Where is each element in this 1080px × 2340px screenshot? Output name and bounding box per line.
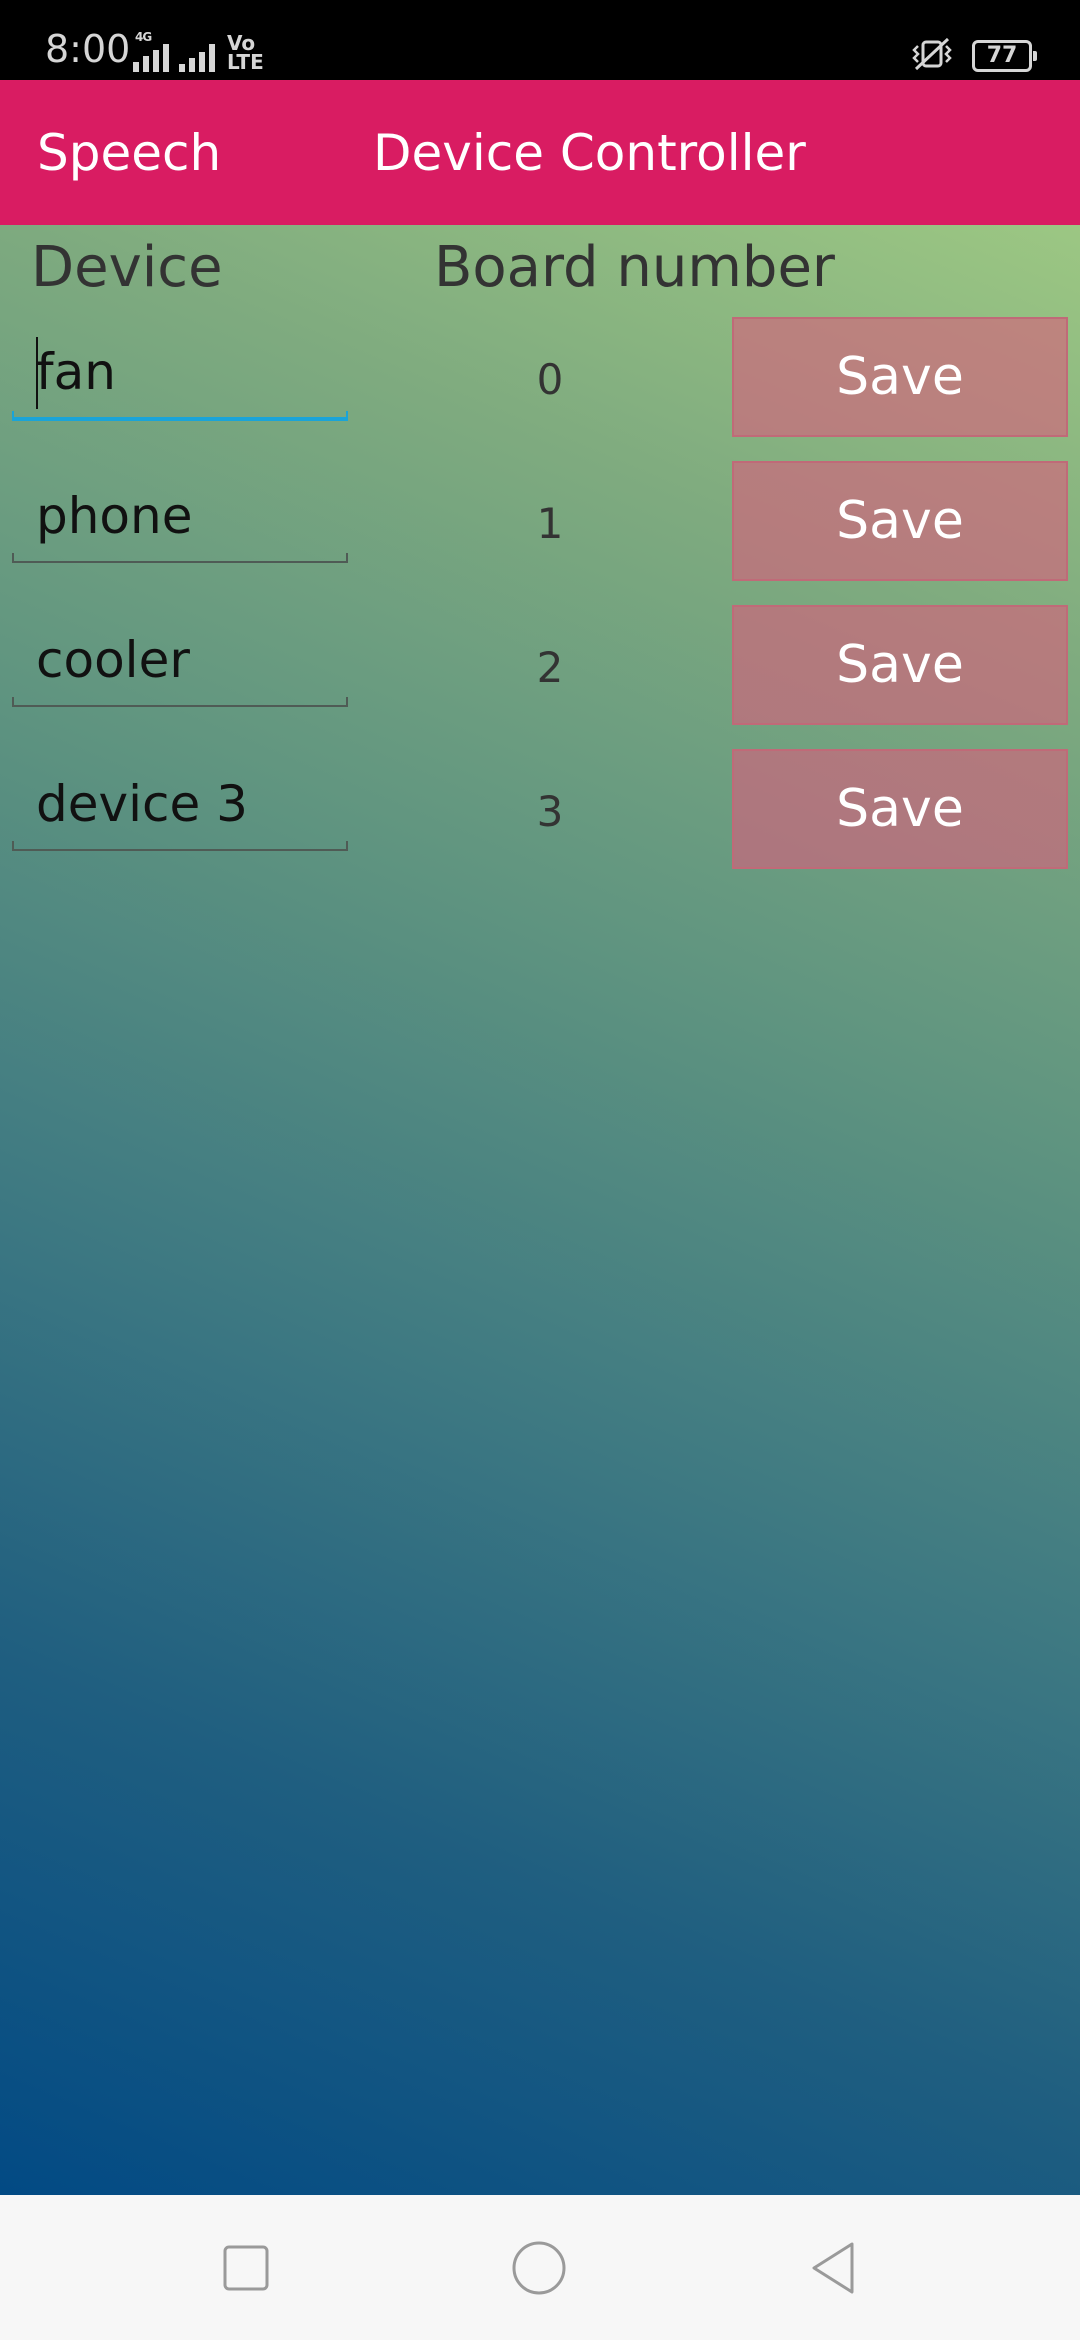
- board-number-column-header: Board number: [434, 235, 835, 300]
- recent-apps-icon[interactable]: [218, 2240, 274, 2296]
- volte-icon: Vo LTE: [227, 33, 264, 74]
- device-name-input[interactable]: [14, 625, 366, 695]
- device-row: 0 Save: [0, 317, 1080, 437]
- board-number: 1: [536, 499, 564, 548]
- battery-level: 77: [986, 43, 1018, 68]
- device-name-input[interactable]: [14, 337, 366, 407]
- volte-bottom: LTE: [227, 50, 264, 74]
- device-column-header: Device: [31, 235, 223, 300]
- status-time: 8:00: [45, 27, 131, 71]
- back-icon[interactable]: [805, 2240, 861, 2296]
- save-button[interactable]: Save: [732, 749, 1068, 869]
- main-content: Device Board number 0 Save 1 Save 2 Save…: [0, 225, 1080, 2195]
- signal-icon: [179, 32, 215, 72]
- device-name-input[interactable]: [14, 481, 366, 551]
- board-number: 0: [536, 355, 564, 404]
- input-underline: [12, 697, 348, 707]
- home-icon[interactable]: [511, 2240, 567, 2296]
- signal-icon: 4G: [133, 30, 169, 72]
- battery-icon: 77: [972, 40, 1037, 72]
- status-right: 77: [910, 36, 1037, 76]
- save-button[interactable]: Save: [732, 317, 1068, 437]
- signal-group: 4G Vo LTE: [133, 30, 264, 72]
- text-cursor: [36, 337, 38, 409]
- device-row: 2 Save: [0, 605, 1080, 725]
- device-row: 3 Save: [0, 749, 1080, 869]
- status-bar: 8:00 4G Vo LTE 77: [0, 0, 1080, 80]
- device-row: 1 Save: [0, 461, 1080, 581]
- tab-speech[interactable]: Speech: [37, 128, 221, 178]
- input-underline: [12, 411, 348, 421]
- device-name-input[interactable]: [14, 769, 366, 839]
- app-bar: Speech Device Controller: [0, 80, 1080, 225]
- save-button[interactable]: Save: [732, 461, 1068, 581]
- vibrate-icon: [910, 36, 954, 76]
- board-number: 3: [536, 787, 564, 836]
- input-underline: [12, 841, 348, 851]
- tab-device-controller[interactable]: Device Controller: [373, 128, 806, 178]
- network-type: 4G: [135, 30, 152, 44]
- navigation-bar: [0, 2195, 1080, 2340]
- board-number: 2: [536, 643, 564, 692]
- save-button[interactable]: Save: [732, 605, 1068, 725]
- input-underline: [12, 553, 348, 563]
